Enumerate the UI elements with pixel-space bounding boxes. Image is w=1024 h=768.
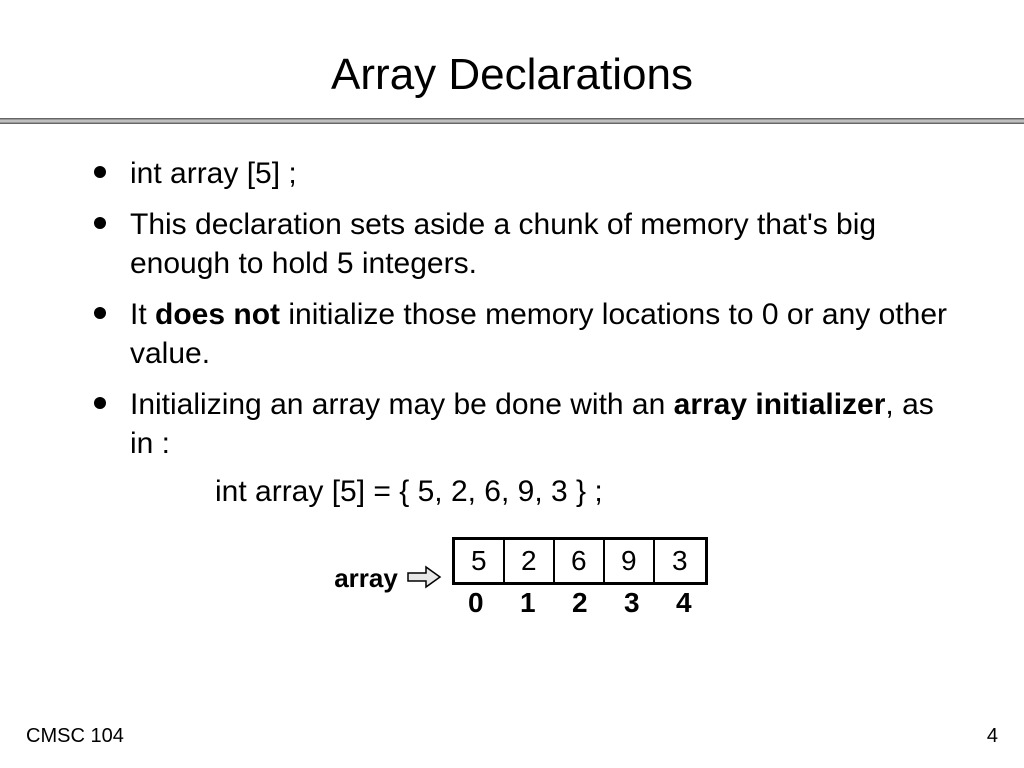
arrow-icon xyxy=(406,565,442,589)
cell-0: 5 xyxy=(455,540,505,582)
bullet-3-bold: does not xyxy=(155,298,280,331)
array-diagram: array 5 2 6 9 3 0 1 2 3 4 xyxy=(90,537,954,619)
footer-right: 4 xyxy=(987,725,998,748)
index-2: 2 xyxy=(554,587,606,619)
bullet-3: It does not initialize those memory loca… xyxy=(130,295,954,373)
slide-title: Array Declarations xyxy=(0,0,1024,118)
bullet-2: This declaration sets aside a chunk of m… xyxy=(130,205,954,283)
bullet-list: int array [5] ; This declaration sets as… xyxy=(130,154,954,463)
bullet-4-bold: array initializer xyxy=(674,388,886,421)
bullet-3-pre: It xyxy=(130,298,155,331)
indices-row: 0 1 2 3 4 xyxy=(450,587,710,619)
content-area: int array [5] ; This declaration sets as… xyxy=(0,124,1024,619)
cells-wrap: 5 2 6 9 3 0 1 2 3 4 xyxy=(450,537,710,619)
cell-1: 2 xyxy=(505,540,555,582)
footer-left: CMSC 104 xyxy=(26,725,124,748)
index-4: 4 xyxy=(658,587,710,619)
bullet-1: int array [5] ; xyxy=(130,154,954,193)
footer: CMSC 104 4 xyxy=(0,725,1024,748)
code-example: int array [5] = { 5, 2, 6, 9, 3 } ; xyxy=(215,475,954,509)
array-label: array xyxy=(334,563,398,594)
cell-2: 6 xyxy=(555,540,605,582)
index-3: 3 xyxy=(606,587,658,619)
cell-3: 9 xyxy=(605,540,655,582)
cell-4: 3 xyxy=(655,540,705,582)
index-0: 0 xyxy=(450,587,502,619)
bullet-4-pre: Initializing an array may be done with a… xyxy=(130,388,674,421)
cells-row: 5 2 6 9 3 xyxy=(452,537,708,585)
bullet-4: Initializing an array may be done with a… xyxy=(130,385,954,463)
index-1: 1 xyxy=(502,587,554,619)
